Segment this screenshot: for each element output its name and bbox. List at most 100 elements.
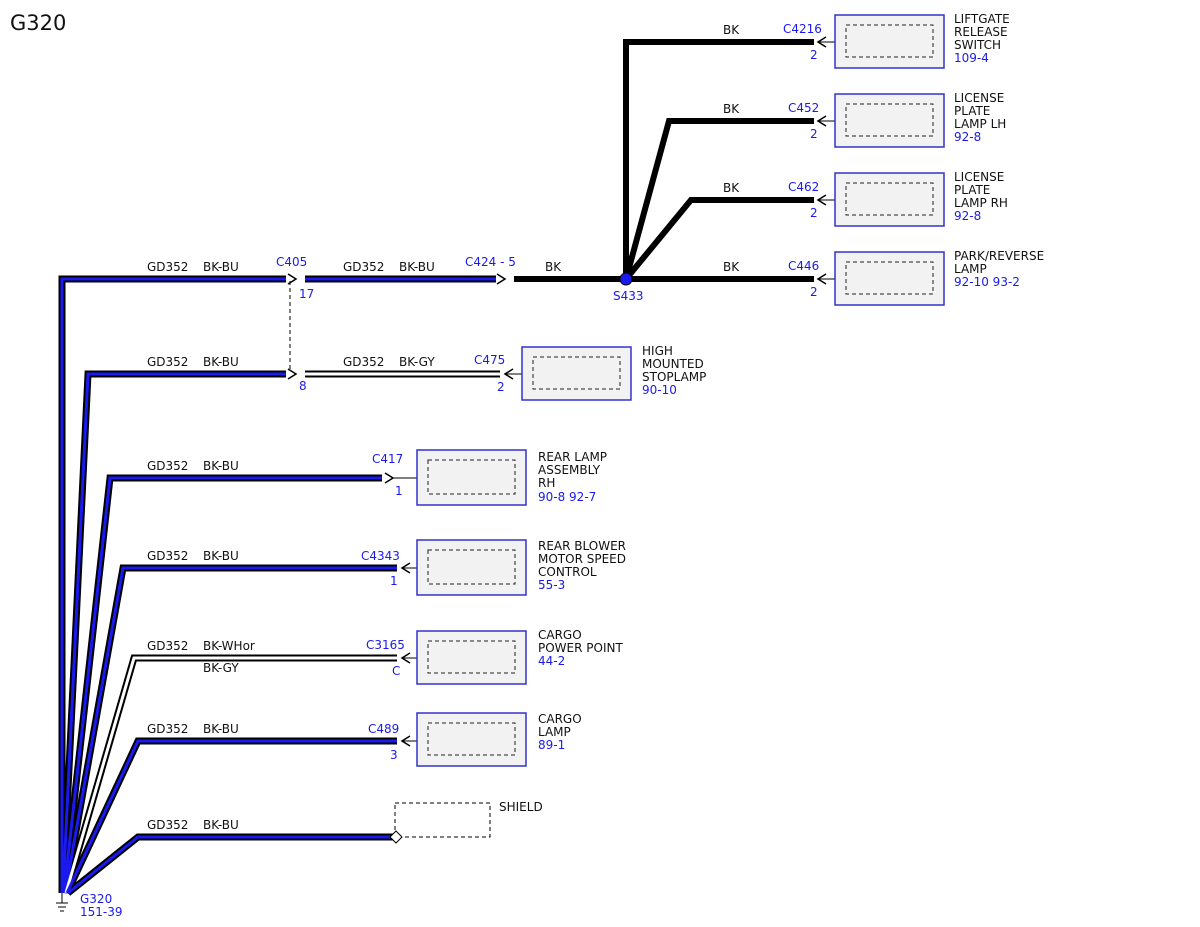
- wire-bk-c4216-color: BK: [723, 23, 740, 37]
- wire-w1b-circuit: GD352: [343, 260, 384, 274]
- component-c475: [503, 346, 632, 401]
- component-c4216-line3: SWITCH: [954, 38, 1001, 52]
- component-c4343-line3: CONTROL: [538, 565, 597, 579]
- wire-bk-c462: [623, 197, 814, 281]
- component-c4343: [400, 539, 527, 596]
- shield-box: [394, 802, 491, 838]
- ground-icon: [56, 893, 68, 912]
- component-c417-line2: ASSEMBLY: [538, 463, 601, 477]
- component-c417-pin: 1: [395, 484, 403, 498]
- component-c489-line1: CARGO: [538, 712, 582, 726]
- wire-bk-c462-color: BK: [723, 181, 740, 195]
- connector-c424-name: C424 - 5: [465, 255, 516, 269]
- wire-w3-color: BK-BU: [203, 459, 239, 473]
- component-c4343-connector: C4343: [361, 549, 400, 563]
- wire-w5-color: BK-WHor: [203, 639, 255, 653]
- wire-bk-c452-color: BK: [723, 102, 740, 116]
- component-c452-refs: 92-8: [954, 130, 981, 144]
- wire-w2: [59, 370, 286, 894]
- component-box: [834, 14, 945, 69]
- component-c462-line1: LICENSE: [954, 170, 1004, 184]
- component-c489-pin: 3: [390, 748, 398, 762]
- component-c489-refs: 89-1: [538, 738, 565, 752]
- shield-label: SHIELD: [499, 800, 543, 814]
- component-c475-refs: 90-10: [642, 383, 677, 397]
- component-box: [416, 630, 527, 685]
- shield-diamond-icon: [389, 830, 403, 844]
- component-c3165-line1: CARGO: [538, 628, 582, 642]
- shield: [389, 802, 491, 844]
- component-box: [834, 93, 945, 148]
- component-c462-line2: PLATE: [954, 183, 990, 197]
- component-c4343-line1: REAR BLOWER: [538, 539, 626, 553]
- wire-w1-circuit: GD352: [147, 260, 188, 274]
- component-c475-line3: STOPLAMP: [642, 370, 706, 384]
- component-c4216-line1: LIFTGATE: [954, 12, 1010, 26]
- connector-c424-arrow-icon: [496, 273, 507, 285]
- component-box: [416, 539, 527, 596]
- connector-arrow-icon: [384, 472, 395, 484]
- component-c3165-pin: C: [392, 664, 400, 678]
- wire-w6: [63, 737, 397, 895]
- component-c417-line1: REAR LAMP: [538, 450, 607, 464]
- bk-wire-group: [514, 39, 814, 282]
- component-c4216-line2: RELEASE: [954, 25, 1008, 39]
- component-c475-line1: HIGH: [642, 344, 673, 358]
- component-c3165-line2: POWER POINT: [538, 641, 623, 655]
- wire-w2b-color: BK-GY: [399, 355, 435, 369]
- wire-w7-circuit: GD352: [147, 818, 188, 832]
- component-c417: [384, 449, 527, 506]
- wire-w6-circuit: GD352: [147, 722, 188, 736]
- component-c417-line3: RH: [538, 476, 555, 490]
- component-c446-line2: LAMP: [954, 262, 987, 276]
- wire-bk-c424-color: BK: [545, 260, 562, 274]
- diagram-title: G320: [10, 11, 66, 35]
- wire-w1b-color: BK-BU: [399, 260, 435, 274]
- component-c452-line3: LAMP LH: [954, 117, 1006, 131]
- wire-w2b-circuit: GD352: [343, 355, 384, 369]
- connector-c405-pin-8: 8: [299, 379, 307, 393]
- wire-w4-color: BK-BU: [203, 549, 239, 563]
- wire-w5-circuit: GD352: [147, 639, 188, 653]
- component-c489: [400, 712, 527, 767]
- component-c3165-refs: 44-2: [538, 654, 565, 668]
- component-box: [834, 251, 945, 306]
- component-c452-line2: PLATE: [954, 104, 990, 118]
- component-c452-pin: 2: [810, 127, 818, 141]
- component-c446-line1: PARK/REVERSE: [954, 249, 1044, 263]
- connector-c405-name: C405: [276, 255, 307, 269]
- component-c3165: [400, 630, 527, 685]
- component-c4216-connector: C4216: [783, 22, 822, 36]
- component-c446-refs: 92-10 93-2: [954, 275, 1020, 289]
- connector-c405: [287, 273, 298, 380]
- wire-w7-color: BK-BU: [203, 818, 239, 832]
- component-c4343-line2: MOTOR SPEED: [538, 552, 626, 566]
- component-c417-connector: C417: [372, 452, 403, 466]
- component-box: [521, 346, 632, 401]
- component-c462-refs: 92-8: [954, 209, 981, 223]
- component-c3165-connector: C3165: [366, 638, 405, 652]
- component-c4343-pin: 1: [390, 574, 398, 588]
- component-c4216-pin: 2: [810, 48, 818, 62]
- wire-bk-c446-color: BK: [723, 260, 740, 274]
- component-c475-connector: C475: [474, 353, 505, 367]
- ground-label: G320: [80, 892, 112, 906]
- component-c489-connector: C489: [368, 722, 399, 736]
- component-c462-connector: C462: [788, 180, 819, 194]
- component-c462-line3: LAMP RH: [954, 196, 1008, 210]
- ground-ref: 151-39: [80, 905, 123, 919]
- component-box: [416, 712, 527, 767]
- component-c452-connector: C452: [788, 101, 819, 115]
- component-c417-refs: 90-8 92-7: [538, 490, 596, 504]
- wire-w7: [65, 833, 395, 896]
- component-c452: [816, 93, 945, 148]
- connector-arrow-icon: [287, 273, 298, 285]
- component-c446: [816, 251, 945, 306]
- wire-w6-color: BK-BU: [203, 722, 239, 736]
- wire-w5-color2: BK-GY: [203, 661, 239, 675]
- component-c4216: [816, 14, 945, 69]
- splice-s433-dot: [619, 272, 633, 286]
- wire-w3-circuit: GD352: [147, 459, 188, 473]
- component-box: [416, 449, 527, 506]
- component-c475-line2: MOUNTED: [642, 357, 704, 371]
